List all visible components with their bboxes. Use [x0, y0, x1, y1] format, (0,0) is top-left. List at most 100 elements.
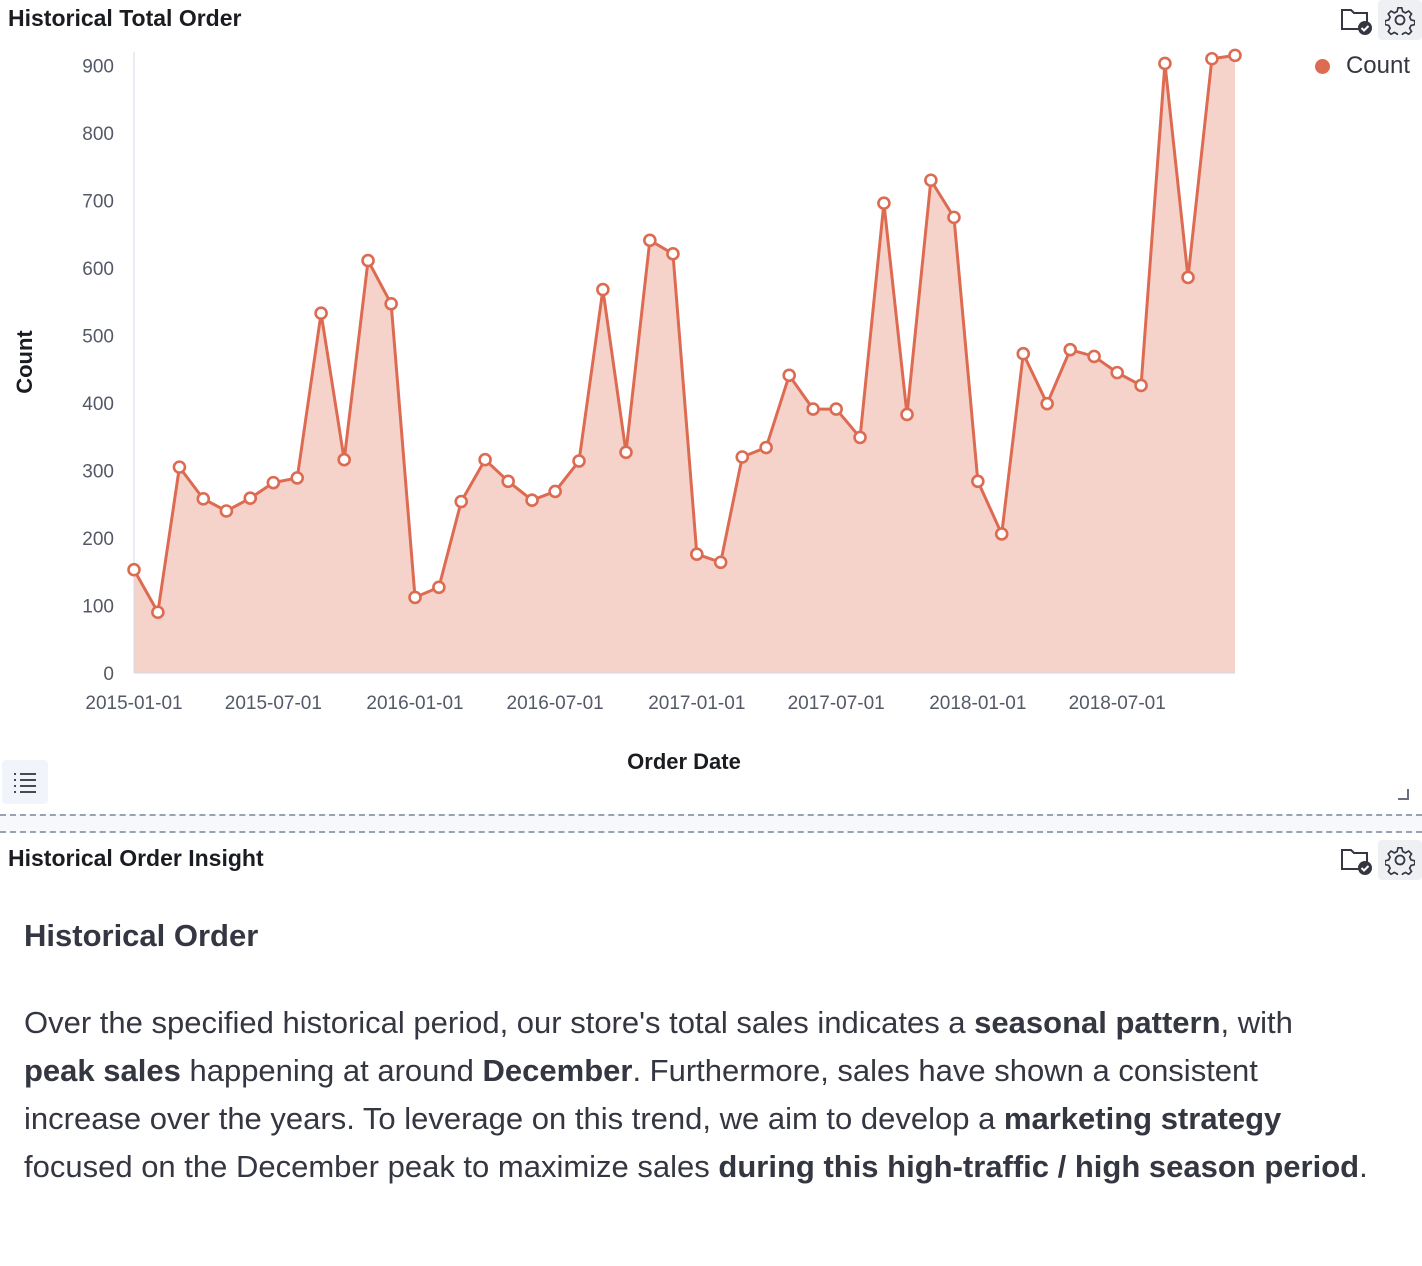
insight-text: Over the specified historical period, ou… — [24, 1005, 975, 1040]
insight-text: happening at around — [180, 1053, 483, 1088]
y-tick-label: 900 — [82, 57, 114, 78]
data-point — [1063, 342, 1078, 357]
data-point — [454, 494, 469, 509]
insight-emphasis: seasonal pattern — [974, 1005, 1221, 1040]
insight-emphasis: December — [482, 1053, 633, 1088]
data-point — [690, 547, 704, 562]
series-area — [134, 55, 1235, 673]
data-point — [947, 210, 961, 225]
data-point — [548, 484, 562, 499]
data-point — [408, 590, 422, 605]
data-point — [478, 452, 492, 467]
data-point — [619, 445, 633, 460]
data-point — [1040, 396, 1054, 411]
insight-panel-actions — [1334, 840, 1422, 880]
y-tick-label: 800 — [82, 124, 114, 145]
y-tick-label: 300 — [82, 462, 114, 483]
y-axis-title: Count — [12, 330, 37, 394]
legend-series-dot — [1314, 58, 1330, 74]
data-point — [290, 471, 305, 485]
data-point — [501, 474, 515, 489]
chart-panel-title: Historical Total Order — [8, 5, 242, 31]
insight-save-button[interactable] — [1334, 840, 1378, 880]
data-point — [1134, 378, 1148, 393]
chart-panel-actions — [1334, 0, 1422, 40]
data-point — [196, 492, 211, 506]
legend-series-label: Count — [1345, 52, 1410, 79]
plot-area: 0 100 200 300 400 500 600 700 800 900 2015-01-01 20… — [12, 48, 1242, 774]
data-point — [127, 562, 141, 577]
y-tick-label: 700 — [82, 192, 114, 213]
folder-check-icon — [1341, 849, 1372, 875]
data-point — [1087, 349, 1101, 364]
data-point — [924, 173, 938, 188]
y-tick-label: 200 — [82, 529, 114, 550]
data-point — [1181, 270, 1195, 285]
chart-legend[interactable]: Count — [1314, 52, 1410, 80]
data-point — [384, 296, 398, 311]
save-to-library-button[interactable] — [1334, 0, 1378, 40]
insight-emphasis: during this high-traffic / high season p… — [718, 1149, 1360, 1184]
insight-text: . — [1359, 1149, 1368, 1184]
list-icon — [14, 773, 36, 793]
data-point — [432, 580, 446, 595]
data-point — [853, 430, 867, 445]
data-point — [1205, 51, 1219, 66]
data-point — [172, 460, 187, 474]
x-tick-label: 2015-07-01 — [225, 693, 322, 714]
data-point — [806, 402, 820, 416]
data-point — [971, 474, 985, 489]
data-point — [314, 306, 328, 321]
y-tick-label: 100 — [82, 597, 114, 618]
data-point — [243, 491, 258, 505]
data-point — [1016, 346, 1031, 361]
data-point — [572, 454, 586, 468]
x-tick-label: 2017-07-01 — [788, 693, 885, 714]
data-point — [877, 196, 891, 210]
y-tick-label: 600 — [82, 259, 114, 280]
panel-resize-handle[interactable] — [1398, 789, 1409, 800]
panel-divider[interactable] — [0, 814, 1422, 833]
x-tick-label: 2016-01-01 — [366, 693, 463, 714]
data-point — [1228, 48, 1242, 63]
data-point — [759, 440, 773, 455]
x-tick-label: 2018-01-01 — [929, 693, 1026, 714]
insight-paragraph: Over the specified historical period, ou… — [24, 999, 1369, 1191]
x-axis-title: Order Date — [627, 749, 741, 774]
insight-settings-button[interactable] — [1378, 840, 1422, 880]
x-tick-label: 2016-07-01 — [507, 693, 604, 714]
data-point — [900, 407, 914, 422]
data-point — [219, 504, 234, 518]
data-point — [713, 555, 728, 570]
y-tick-label: 400 — [82, 394, 114, 415]
gear-icon — [1385, 846, 1415, 875]
x-tick-label: 2015-01-01 — [85, 693, 182, 714]
data-point — [735, 450, 750, 464]
data-point — [994, 527, 1009, 541]
data-point — [829, 402, 843, 416]
x-tick-label: 2018-07-01 — [1069, 693, 1166, 714]
insight-text: focused on the December peak to maximize… — [24, 1149, 719, 1184]
insight-emphasis: marketing strategy — [1003, 1101, 1282, 1136]
gear-icon — [1385, 6, 1415, 35]
legend-toggle-button[interactable] — [2, 760, 48, 804]
data-point — [1110, 365, 1125, 380]
chart-settings-button[interactable] — [1378, 0, 1422, 40]
y-tick-label: 0 — [103, 664, 114, 685]
data-point — [1158, 56, 1172, 71]
data-point — [666, 247, 680, 261]
y-tick-label: 500 — [82, 327, 114, 348]
data-point — [361, 253, 375, 268]
data-point — [782, 368, 797, 383]
total-order-chart: 0 100 200 300 400 500 600 700 800 900 2015-01-01 20… — [12, 48, 1242, 774]
data-point — [525, 493, 539, 508]
insight-emphasis: peak sales — [24, 1053, 181, 1088]
data-point — [151, 605, 165, 620]
data-point — [266, 475, 281, 490]
data-point — [337, 452, 351, 467]
x-tick-label: 2017-01-01 — [648, 693, 745, 714]
folder-check-icon — [1341, 9, 1372, 35]
insight-text: , with — [1220, 1005, 1293, 1040]
insight-panel-title: Historical Order Insight — [8, 845, 264, 871]
insight-heading: Historical Order — [24, 918, 259, 953]
